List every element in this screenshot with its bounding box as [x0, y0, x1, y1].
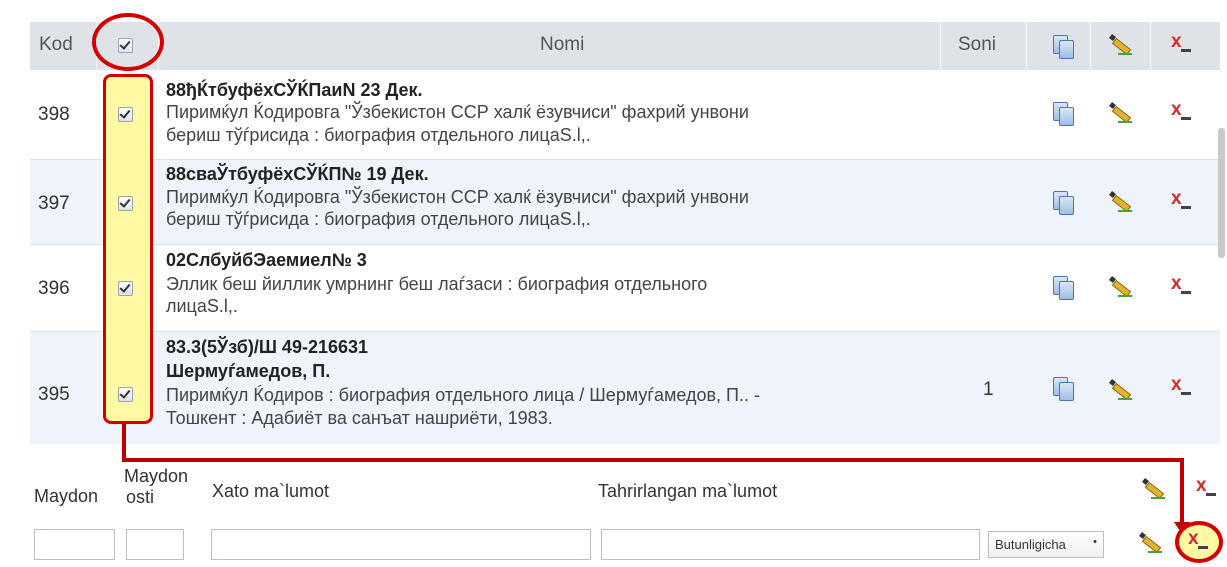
records-table: Kod Nomi Soni x 398 88ђЌтбуфёхСЎЌПаиN 23… — [30, 22, 1220, 444]
copy-icon[interactable] — [1053, 191, 1075, 215]
scope-select-value: Butunligicha — [995, 537, 1066, 552]
copy-icon[interactable] — [1053, 276, 1075, 300]
maydon-input[interactable] — [34, 529, 115, 560]
delete-icon[interactable]: x — [1171, 99, 1193, 125]
scope-select[interactable]: Butunligicha • — [988, 531, 1104, 558]
annotation-arrow — [122, 424, 126, 462]
label-tahrirlangan-malumot: Tahrirlangan ma`lumot — [598, 481, 778, 501]
edit-pencil-icon[interactable] — [1108, 101, 1134, 125]
header-kod[interactable]: Kod — [39, 22, 73, 70]
xato-malumot-input[interactable] — [211, 529, 591, 560]
row-desc-line: Пиримќул Ќодировга "Ўзбекистон ССР халќ … — [166, 187, 749, 207]
copy-icon[interactable] — [1053, 35, 1075, 59]
annotation-arrow — [1180, 458, 1184, 526]
row-soni: 1 — [983, 379, 994, 400]
tahrirlangan-malumot-input[interactable] — [601, 529, 980, 560]
edit-pencil-icon[interactable] — [1138, 531, 1164, 555]
delete-icon[interactable]: x — [1171, 31, 1193, 57]
row-desc-line: бериш тўѓрисида : биография отдельного л… — [166, 209, 591, 229]
table-row[interactable]: 395 83.3(5Ўзб)/Ш 49-216631 Шермуѓамедов,… — [30, 332, 1220, 444]
row-author: Шермуѓамедов, П. — [166, 361, 331, 381]
row-code: 396 — [38, 278, 70, 299]
row-code: 395 — [38, 384, 70, 405]
delete-icon[interactable]: x — [1171, 188, 1193, 214]
edit-pencil-icon[interactable] — [1108, 33, 1134, 57]
maydon-osti-input[interactable] — [126, 529, 184, 560]
table-row[interactable]: 398 88ђЌтбуфёхСЎЌПаиN 23 Дек. Пиримќул Ќ… — [30, 70, 1220, 159]
label-maydon-osti-line1: Maydon — [124, 466, 189, 486]
copy-icon[interactable] — [1053, 102, 1075, 126]
row-title: 88сваЎтбуфёхСЎЌП№ 19 Дек. — [166, 164, 429, 184]
row-checkbox[interactable] — [118, 107, 133, 122]
table-row[interactable]: 397 88сваЎтбуфёхСЎЌП№ 19 Дек. Пиримќул Ќ… — [30, 160, 1220, 244]
edit-pencil-icon[interactable] — [1108, 275, 1134, 299]
chevron-down-icon: • — [1093, 536, 1097, 548]
checkbox-column-highlight — [103, 74, 153, 424]
row-code: 397 — [38, 193, 70, 214]
row-checkbox[interactable] — [118, 281, 133, 296]
select-all-highlight-circle — [92, 13, 164, 71]
label-xato-malumot: Xato ma`lumot — [212, 481, 330, 501]
copy-icon[interactable] — [1053, 377, 1075, 401]
header-soni[interactable]: Soni — [958, 22, 996, 70]
row-code: 398 — [38, 104, 70, 125]
header-nomi[interactable]: Nomi — [540, 22, 584, 70]
edit-pencil-icon[interactable] — [1108, 190, 1134, 214]
row-desc-line: бериш тўѓрисида : биография отдельного л… — [166, 125, 591, 145]
row-checkbox[interactable] — [118, 387, 133, 402]
label-maydon: Maydon — [34, 486, 99, 506]
delete-icon[interactable]: x — [1188, 528, 1210, 554]
row-desc-line: Пиримќул Ќодировга "Ўзбекистон ССР халќ … — [166, 102, 749, 122]
row-desc-line: Тошкент : Адабиёт ва санъат нашриёти, 19… — [166, 408, 553, 428]
row-desc-line: лицаS.l,. — [166, 296, 238, 316]
row-desc-line: Эллик беш йиллик умрнинг беш лаѓзаси : б… — [166, 274, 708, 294]
row-desc-line: Пиримќул Ќодиров : биография отдельного … — [166, 385, 760, 405]
row-checkbox[interactable] — [118, 196, 133, 211]
vertical-scrollbar[interactable] — [1218, 128, 1225, 258]
row-title: 83.3(5Ўзб)/Ш 49-216631 — [166, 337, 369, 357]
delete-icon[interactable]: x — [1196, 475, 1218, 501]
label-maydon-osti-line2: osti — [126, 487, 155, 507]
row-title: 88ђЌтбуфёхСЎЌПаиN 23 Дек. — [166, 80, 423, 100]
annotation-arrow — [122, 458, 1184, 462]
table-header: Kod Nomi Soni x — [30, 22, 1220, 70]
edit-pencil-icon[interactable] — [1141, 477, 1167, 501]
table-row[interactable]: 396 02СлбуйбЭаемиел№ 3 Эллик беш йиллик … — [30, 245, 1220, 331]
row-title: 02СлбуйбЭаемиел№ 3 — [166, 250, 367, 270]
delete-icon[interactable]: x — [1171, 273, 1193, 299]
delete-icon[interactable]: x — [1171, 374, 1193, 400]
edit-pencil-icon[interactable] — [1108, 378, 1134, 402]
